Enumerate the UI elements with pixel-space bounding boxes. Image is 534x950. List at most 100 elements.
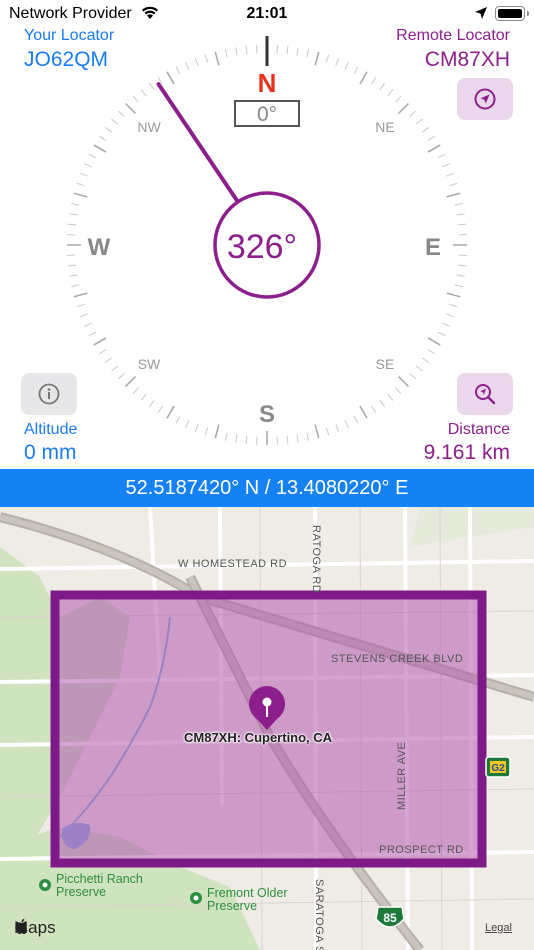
compass-tick bbox=[446, 172, 454, 177]
compass-tick bbox=[427, 349, 436, 355]
compass-tick bbox=[437, 153, 446, 159]
compass-tick bbox=[296, 434, 299, 443]
compass-tick bbox=[359, 71, 368, 85]
north-marker: N bbox=[258, 68, 277, 98]
highway-g2-shield: G2 bbox=[485, 756, 511, 778]
compass-tick bbox=[68, 223, 77, 226]
cardinal-south: S bbox=[259, 401, 275, 428]
bearing-readout: 326° bbox=[227, 228, 297, 266]
compass-tick bbox=[449, 182, 458, 187]
compass-tick bbox=[457, 223, 466, 226]
compass-tick bbox=[132, 387, 139, 394]
compass-tick bbox=[449, 303, 458, 308]
compass-tick bbox=[93, 144, 107, 153]
compass-tick bbox=[69, 213, 78, 216]
compass-tick bbox=[245, 435, 248, 444]
coordinates-bar: 52.5187420° N / 13.4080220° E bbox=[0, 469, 534, 507]
altitude-value: 0 mm bbox=[24, 441, 77, 464]
compass-tick bbox=[371, 405, 377, 414]
compass-tick bbox=[395, 387, 402, 394]
compass-tick bbox=[104, 357, 112, 363]
street-label: STEVENS CREEK BLVD bbox=[331, 653, 464, 665]
compass-tick bbox=[379, 82, 385, 90]
zoom-map-button[interactable] bbox=[457, 373, 513, 415]
compass-tick bbox=[379, 400, 385, 408]
svg-text:85: 85 bbox=[383, 911, 397, 925]
compass-tick bbox=[175, 415, 181, 424]
apple-icon bbox=[15, 918, 28, 934]
compass-tick bbox=[415, 365, 423, 372]
compass-tick bbox=[214, 424, 220, 439]
compass-tick bbox=[415, 118, 423, 125]
info-button[interactable] bbox=[21, 373, 77, 415]
compass-tick bbox=[422, 357, 430, 363]
compass-dial: 0° N E W S NW NE SW SE 326° bbox=[67, 36, 467, 445]
info-icon bbox=[38, 383, 60, 405]
poi-label[interactable]: Fremont Older Preserve bbox=[207, 887, 307, 913]
compass-tick bbox=[286, 46, 289, 55]
compass-tick bbox=[344, 420, 349, 428]
compass-tick bbox=[335, 424, 340, 432]
compass-tick bbox=[80, 172, 88, 177]
bearing-needle bbox=[156, 82, 239, 203]
navigate-button[interactable] bbox=[457, 78, 513, 120]
compass-tick bbox=[325, 54, 330, 63]
compass-tick bbox=[442, 163, 450, 168]
compass-tick bbox=[185, 420, 190, 428]
locator-square bbox=[50, 590, 487, 868]
compass-tick bbox=[353, 415, 359, 424]
compass-tick bbox=[446, 192, 461, 198]
street-label: MILLER AVE bbox=[396, 741, 408, 810]
compass-tick bbox=[68, 264, 77, 267]
compass-tick bbox=[409, 110, 416, 117]
cardinal-northeast: NE bbox=[375, 119, 394, 135]
legal-link[interactable]: Legal bbox=[485, 922, 512, 934]
compass-tick bbox=[457, 264, 466, 267]
compass-tick bbox=[125, 103, 137, 115]
cardinal-west: W bbox=[88, 234, 111, 261]
pin-label: CM87XH: Cupertino, CA bbox=[184, 730, 333, 745]
street-label: RATOGA RD bbox=[310, 525, 322, 594]
compass-tick bbox=[111, 118, 119, 125]
street-label: PROSPECT RD bbox=[379, 844, 464, 856]
compass-tick bbox=[235, 434, 238, 443]
compass-tick bbox=[395, 96, 402, 103]
compass-tick bbox=[446, 292, 461, 298]
compass-tick bbox=[69, 274, 78, 277]
compass-tick bbox=[132, 96, 139, 103]
compass-tick bbox=[84, 163, 92, 168]
distance-value: 9.161 km bbox=[423, 441, 510, 464]
compass-tick bbox=[166, 405, 175, 419]
compass-tick bbox=[175, 66, 181, 75]
highway-85-shield: 85 bbox=[375, 906, 405, 928]
compass-tick bbox=[185, 62, 190, 70]
compass-tick bbox=[427, 337, 441, 346]
compass-tick bbox=[454, 284, 463, 288]
compass-tick bbox=[88, 153, 97, 159]
compass-tick bbox=[397, 375, 409, 387]
street-label: W HOMESTEAD RD bbox=[178, 558, 288, 570]
compass-tick bbox=[98, 135, 107, 141]
compass-tick bbox=[286, 435, 289, 444]
heading-readout: 0° bbox=[257, 103, 277, 126]
compass-tick bbox=[427, 144, 441, 153]
compass-tick bbox=[204, 427, 209, 436]
compass-tick bbox=[397, 103, 409, 115]
compass-tick bbox=[93, 337, 107, 346]
compass-tick bbox=[359, 405, 368, 419]
compass-tick bbox=[80, 313, 88, 318]
poi-label[interactable]: Picchetti Ranch Preserve bbox=[56, 873, 166, 899]
compass-tick bbox=[245, 46, 248, 55]
compass-tick bbox=[437, 331, 446, 337]
navigation-arrow-icon bbox=[474, 88, 496, 110]
map-view[interactable]: 85 G2 W HOMESTEAD RD RATOGA RD STEVENS C… bbox=[0, 507, 534, 950]
compass-tick bbox=[71, 202, 80, 206]
compass-tick bbox=[296, 47, 299, 56]
compass-tick bbox=[157, 405, 163, 414]
compass-tick bbox=[387, 89, 394, 97]
compass-tick bbox=[235, 47, 238, 56]
compass-tick bbox=[353, 66, 359, 75]
cardinal-northwest: NW bbox=[137, 119, 161, 135]
compass-tick bbox=[88, 331, 97, 337]
compass-tick bbox=[325, 427, 330, 436]
